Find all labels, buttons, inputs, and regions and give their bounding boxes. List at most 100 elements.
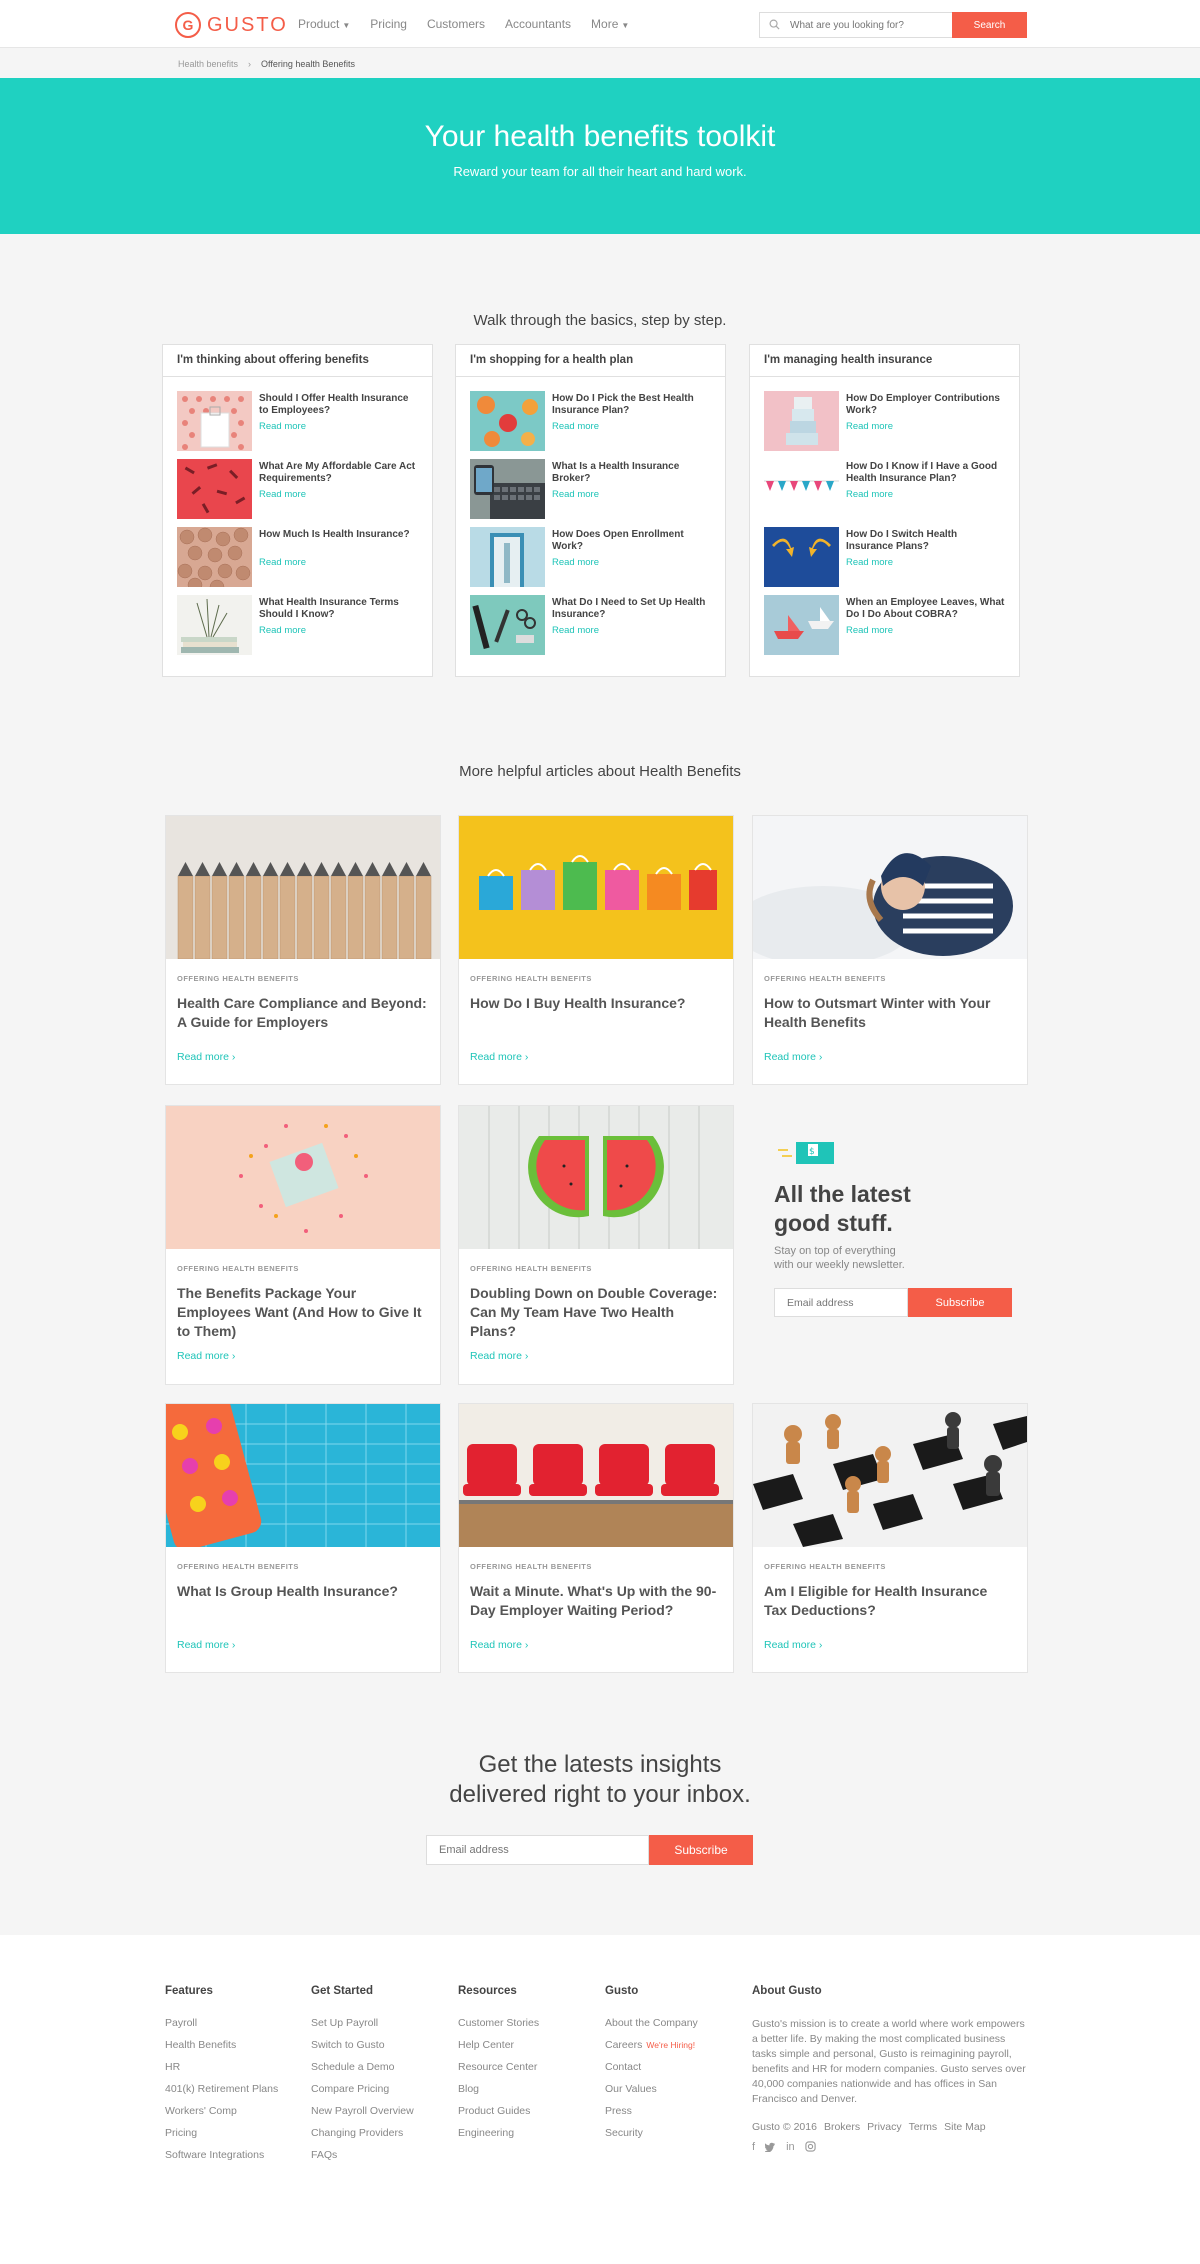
newsletter-email-field[interactable] bbox=[774, 1288, 908, 1317]
chevron-right-icon: › bbox=[524, 1350, 529, 1362]
read-more-link[interactable]: Read more bbox=[846, 421, 893, 432]
article-card[interactable]: OFFERING HEALTH BENEFITS Health Care Com… bbox=[165, 815, 441, 1085]
read-more-link[interactable]: Read more › bbox=[764, 1051, 822, 1063]
gusto-logo[interactable]: G GUSTO bbox=[175, 12, 288, 38]
brokers-link[interactable]: Brokers bbox=[824, 2121, 860, 2133]
article-card[interactable]: OFFERING HEALTH BENEFITS Am I Eligible f… bbox=[752, 1403, 1028, 1673]
article-title[interactable]: How to Outsmart Winter with Your Health … bbox=[764, 994, 1014, 1032]
read-more-link[interactable]: Read more › bbox=[764, 1639, 822, 1651]
footer-link[interactable]: Product Guides bbox=[458, 2105, 539, 2127]
newsletter-subscribe-button[interactable]: Subscribe bbox=[908, 1288, 1012, 1317]
footer-link[interactable]: Software Integrations bbox=[165, 2149, 278, 2171]
footer-link[interactable]: Help Center bbox=[458, 2039, 539, 2061]
footer-link[interactable]: Customer Stories bbox=[458, 2017, 539, 2039]
toolkit-item[interactable]: What Health Insurance Terms Should I Kno… bbox=[177, 595, 422, 655]
read-more-link[interactable]: Read more › bbox=[177, 1639, 235, 1651]
footer-link[interactable]: New Payroll Overview bbox=[311, 2105, 414, 2127]
facebook-icon[interactable]: f bbox=[752, 2141, 755, 2153]
article-title[interactable]: How Do I Buy Health Insurance? bbox=[470, 994, 720, 1013]
privacy-link[interactable]: Privacy bbox=[867, 2121, 901, 2133]
article-card[interactable]: OFFERING HEALTH BENEFITS What Is Group H… bbox=[140, 1387, 441, 1673]
article-title[interactable]: Am I Eligible for Health Insurance Tax D… bbox=[764, 1582, 1014, 1620]
footer-link[interactable]: HR bbox=[165, 2061, 278, 2083]
footer-link[interactable]: Engineering bbox=[458, 2127, 539, 2149]
article-title[interactable]: Doubling Down on Double Coverage: Can My… bbox=[470, 1284, 720, 1341]
instagram-icon[interactable] bbox=[804, 2141, 816, 2152]
insights-subscribe-button[interactable]: Subscribe bbox=[649, 1835, 753, 1865]
footer-link[interactable]: Changing Providers bbox=[311, 2127, 414, 2149]
nav-customers[interactable]: Customers bbox=[427, 17, 485, 31]
footer-link[interactable]: Press bbox=[605, 2105, 698, 2127]
read-more-link[interactable]: Read more bbox=[259, 557, 306, 568]
toolkit-item[interactable]: What Do I Need to Set Up Health Insuranc… bbox=[470, 595, 715, 655]
footer-link[interactable]: Switch to Gusto bbox=[311, 2039, 414, 2061]
twitter-icon[interactable] bbox=[765, 2141, 776, 2152]
footer-link[interactable]: Schedule a Demo bbox=[311, 2061, 414, 2083]
footer-link[interactable]: Resource Center bbox=[458, 2061, 539, 2083]
footer-link[interactable]: Set Up Payroll bbox=[311, 2017, 414, 2039]
footer-link[interactable]: Payroll bbox=[165, 2017, 278, 2039]
read-more-link[interactable]: Read more bbox=[552, 421, 599, 432]
search-input[interactable] bbox=[759, 12, 952, 38]
terms-link[interactable]: Terms bbox=[909, 2121, 938, 2133]
article-title[interactable]: The Benefits Package Your Employees Want… bbox=[177, 1284, 427, 1341]
footer-link-careers[interactable]: Careers We're Hiring! bbox=[605, 2039, 698, 2061]
read-more-link[interactable]: Read more › bbox=[470, 1639, 528, 1651]
footer-link[interactable]: About the Company bbox=[605, 2017, 698, 2039]
read-more-link[interactable]: Read more bbox=[259, 489, 306, 500]
read-more-link[interactable]: Read more bbox=[259, 421, 306, 432]
footer-link[interactable]: Workers' Comp bbox=[165, 2105, 278, 2127]
article-card[interactable]: OFFERING HEALTH BENEFITS How Do I Buy He… bbox=[458, 815, 734, 1085]
read-more-link[interactable]: Read more bbox=[552, 625, 599, 636]
main-nav: Product ▼ Pricing Customers Accountants M… bbox=[298, 17, 629, 31]
article-card[interactable]: OFFERING HEALTH BENEFITS Wait a Minute. … bbox=[458, 1403, 734, 1673]
read-more-link[interactable]: Read more bbox=[846, 625, 893, 636]
toolkit-item[interactable]: What Are My Affordable Care Act Requirem… bbox=[177, 459, 422, 519]
insights-email-field[interactable] bbox=[426, 1835, 649, 1865]
article-card[interactable]: OFFERING HEALTH BENEFITS The Benefits Pa… bbox=[165, 1105, 441, 1385]
breadcrumb-health-benefits[interactable]: Health benefits bbox=[178, 59, 238, 69]
article-title[interactable]: What Is Group Health Insurance? bbox=[177, 1582, 427, 1601]
footer-link[interactable]: Contact bbox=[605, 2061, 698, 2083]
read-more-link[interactable]: Read more › bbox=[177, 1051, 235, 1063]
toolkit-item[interactable]: How Do I Pick the Best Health Insurance … bbox=[470, 391, 715, 451]
nav-accountants[interactable]: Accountants bbox=[505, 17, 571, 31]
toolkit-item[interactable]: Should I Offer Health Insurance to Emplo… bbox=[177, 391, 422, 451]
article-card[interactable]: OFFERING HEALTH BENEFITS How to Outsmart… bbox=[733, 815, 1028, 1085]
read-more-link[interactable]: Read more bbox=[846, 489, 893, 500]
gusto-logo-text: GUSTO bbox=[207, 13, 288, 36]
toolkit-item[interactable]: How Do I Know if I Have a Good Health In… bbox=[764, 459, 1009, 519]
read-more-link[interactable]: Read more bbox=[552, 557, 599, 568]
toolkit-item[interactable]: How Much Is Health Insurance? Read more bbox=[177, 527, 422, 587]
toolkit-item[interactable]: What Is a Health Insurance Broker? Read … bbox=[470, 459, 715, 519]
footer-link[interactable]: Our Values bbox=[605, 2083, 698, 2105]
footer-link[interactable]: Health Benefits bbox=[165, 2039, 278, 2061]
footer-link[interactable]: Security bbox=[605, 2127, 698, 2149]
footer-link[interactable]: Compare Pricing bbox=[311, 2083, 414, 2105]
read-more-link[interactable]: Read more bbox=[259, 625, 306, 636]
read-more-link[interactable]: Read more › bbox=[470, 1350, 528, 1362]
read-more-link[interactable]: Read more › bbox=[470, 1051, 528, 1063]
toolkit-item[interactable]: How Does Open Enrollment Work? Read more bbox=[470, 527, 715, 587]
read-more-link[interactable]: Read more bbox=[846, 557, 893, 568]
footer-link[interactable]: Pricing bbox=[165, 2127, 278, 2149]
footer-link[interactable]: Blog bbox=[458, 2083, 539, 2105]
nav-pricing[interactable]: Pricing bbox=[370, 17, 407, 31]
read-more-link[interactable]: Read more bbox=[552, 489, 599, 500]
article-card[interactable]: OFFERING HEALTH BENEFITS Doubling Down o… bbox=[458, 1105, 734, 1385]
toolkit-item[interactable]: How Do Employer Contributions Work? Read… bbox=[764, 391, 1009, 451]
nav-product[interactable]: Product ▼ bbox=[298, 17, 350, 31]
nav-more[interactable]: More ▼ bbox=[591, 17, 629, 31]
article-thumbnail bbox=[470, 391, 545, 451]
read-more-link[interactable]: Read more › bbox=[177, 1350, 235, 1362]
linkedin-icon[interactable]: in bbox=[786, 2141, 795, 2153]
article-title[interactable]: Health Care Compliance and Beyond: A Gui… bbox=[177, 994, 427, 1032]
article-title[interactable]: Wait a Minute. What's Up with the 90-Day… bbox=[470, 1582, 720, 1620]
toolkit-item[interactable]: How Do I Switch Health Insurance Plans? … bbox=[764, 527, 1009, 587]
footer-link[interactable]: FAQs bbox=[311, 2149, 414, 2171]
search-button[interactable]: Search bbox=[952, 12, 1027, 38]
site-map-link[interactable]: Site Map bbox=[944, 2121, 985, 2133]
footer-heading: About Gusto bbox=[752, 1985, 822, 1997]
toolkit-item[interactable]: When an Employee Leaves, What Do I Do Ab… bbox=[764, 595, 1009, 655]
footer-link[interactable]: 401(k) Retirement Plans bbox=[165, 2083, 278, 2105]
